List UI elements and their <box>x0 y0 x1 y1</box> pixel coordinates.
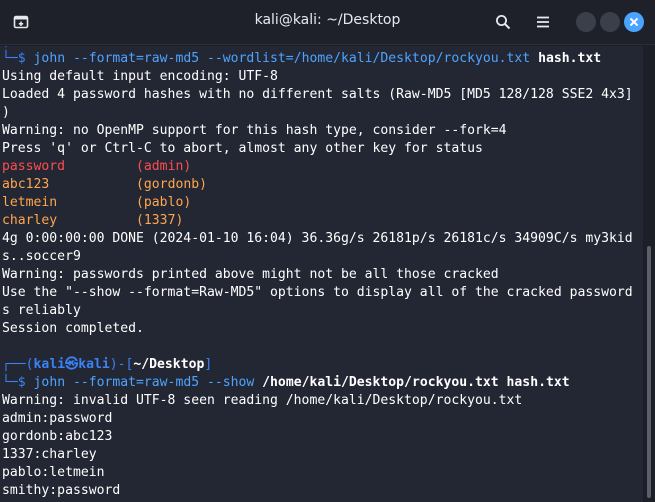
cracked-row: abc123 (gordonb) <box>2 176 207 194</box>
output-line: 1337:charley <box>2 447 97 462</box>
cracked-user: (pablo) <box>136 195 192 210</box>
cracked-password: abc123 <box>2 177 50 192</box>
menu-button[interactable] <box>528 8 558 36</box>
command-line-1: └─$ john --format=raw-md5 --wordlist=/ho… <box>2 50 601 68</box>
prompt-host: kali <box>78 357 110 372</box>
command-text: john --format=raw-md5 --wordlist=/home/k… <box>33 51 531 66</box>
output-line: admin:password <box>2 411 113 426</box>
search-icon <box>496 15 511 30</box>
output-line: Warning: invalid UTF-8 seen reading /hom… <box>2 393 523 408</box>
prompt-prefix: └─$ <box>2 51 34 66</box>
prompt-path: ~/Desktop <box>133 357 205 372</box>
cracked-user: (admin) <box>136 159 192 174</box>
output-line: Press 'q' or Ctrl-C to abort, almost any… <box>2 141 483 156</box>
close-icon <box>629 17 639 27</box>
scrollbar-thumb[interactable] <box>647 246 651 498</box>
command-arg: hash.txt <box>530 51 602 66</box>
output-line: s..soccer9 <box>2 249 81 264</box>
command-text: john --format=raw-md5 --show <box>33 375 255 390</box>
output-line: smithy:password <box>2 483 121 498</box>
minimize-button[interactable] <box>576 12 596 32</box>
output-line: s reliably <box>2 303 81 318</box>
cracked-user: (gordonb) <box>136 177 207 192</box>
scrollbar[interactable] <box>645 46 653 502</box>
close-button[interactable] <box>624 12 644 32</box>
prompt-user: kali <box>33 357 66 372</box>
output-line: Warning: no OpenMP support for this hash… <box>2 123 507 138</box>
cracked-password: charley <box>2 213 58 228</box>
terminal-output[interactable]: │ └─$ john --format=raw-md5 --wordlist=/… <box>0 46 643 502</box>
prompt-prefix: └─$ <box>2 375 34 390</box>
cracked-row: charley (1337) <box>2 212 183 230</box>
output-line: Loaded 4 password hashes with no differe… <box>2 87 633 102</box>
search-button[interactable] <box>488 8 518 36</box>
output-line: 4g 0:00:00:00 DONE (2024-01-10 16:04) 36… <box>2 231 633 246</box>
output-line: Use the "--show --format=Raw-MD5" option… <box>2 285 633 300</box>
output-line: Using default input encoding: UTF-8 <box>2 69 278 84</box>
output-line: ) <box>2 105 10 120</box>
cracked-row: password (admin) <box>2 158 191 176</box>
prompt-line: ┌──(kali㉿kali)-[~/Desktop] <box>2 357 213 372</box>
command-line-2: └─$ john --format=raw-md5 --show /home/k… <box>2 374 570 392</box>
command-arg: /home/kali/Desktop/rockyou.txt hash.txt <box>254 375 570 390</box>
maximize-button[interactable] <box>600 12 620 32</box>
output-line: Session completed. <box>2 321 144 336</box>
output-line: Warning: passwords printed above might n… <box>2 267 499 282</box>
cracked-password: password <box>2 159 66 174</box>
window-titlebar: kali@kali: ~/Desktop <box>0 0 655 45</box>
hamburger-menu-icon <box>537 16 549 28</box>
cracked-password: letmein <box>2 195 58 210</box>
cracked-row: letmein (pablo) <box>2 194 191 212</box>
output-line: gordonb:abc123 <box>2 429 113 444</box>
cracked-user: (1337) <box>136 213 184 228</box>
output-line: pablo:letmein <box>2 465 105 480</box>
